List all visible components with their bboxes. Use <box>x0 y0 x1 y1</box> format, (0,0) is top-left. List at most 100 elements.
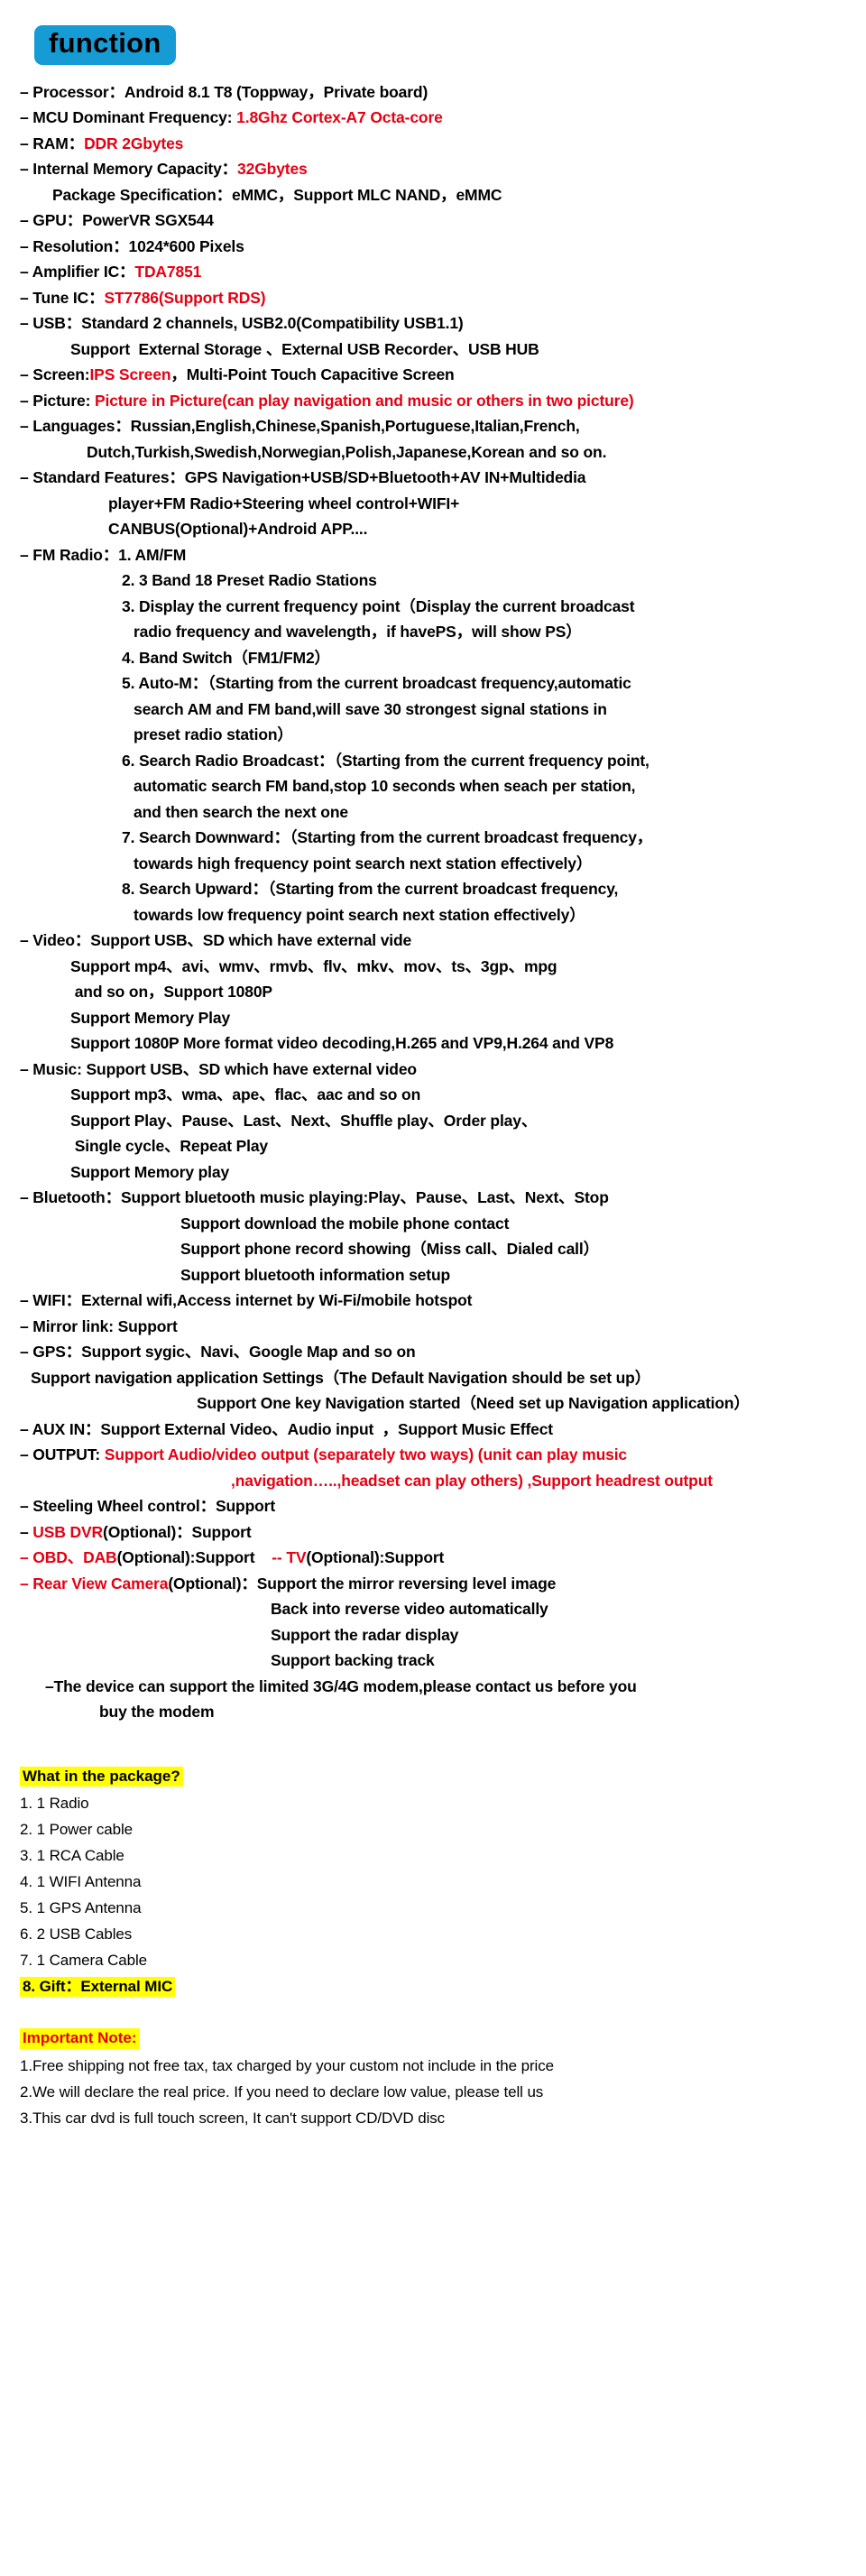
spec-text-run: – Steeling Wheel control：Support <box>20 1497 275 1516</box>
spec-line: – Amplifier IC：TDA7851 <box>0 263 866 291</box>
spec-line: – Standard Features：GPS Navigation+USB/S… <box>0 469 866 496</box>
spec-text-run: Dutch,Turkish,Swedish,Norwegian,Polish,J… <box>87 442 607 461</box>
spec-text-run: TDA7851 <box>134 263 202 282</box>
spec-text-run: (Optional)：Support the mirror reversing … <box>168 1574 557 1593</box>
spec-text-run: 2. 3 Band 18 Preset Radio Stations <box>122 571 377 590</box>
important-note-heading: Important Note: <box>20 2028 140 2049</box>
spec-text-run: – Music: Support USB、SD which have exter… <box>20 1059 417 1078</box>
spec-text-run: -- <box>254 1548 287 1567</box>
important-note-text: 2.We will declare the real price. If you… <box>20 2082 544 2101</box>
package-list-item: 1. 1 Radio <box>0 1796 866 1822</box>
spec-line: Support navigation application Settings（… <box>0 1368 866 1397</box>
spec-line: – Mirror link: Support <box>0 1318 866 1345</box>
spec-line: – OBD、DAB(Optional):Support -- TV(Option… <box>0 1548 866 1576</box>
spec-text-run: – GPS：Support sygic、Navi、Google Map and … <box>20 1343 416 1362</box>
spec-line: Support the radar display <box>0 1625 866 1654</box>
spec-text-run: – WIFI：External wifi,Access internet by … <box>20 1291 473 1310</box>
spec-line: 3. Display the current frequency point（D… <box>0 598 866 625</box>
spec-line: – Screen:IPS Screen，Multi-Point Touch Ca… <box>0 365 866 393</box>
spec-line: player+FM Radio+Steering wheel control+W… <box>0 495 866 522</box>
package-contents-list: 1. 1 Radio 2. 1 Power cable 3. 1 RCA Cable… <box>0 1796 866 2005</box>
spec-text-run: (Optional):Support <box>116 1548 255 1567</box>
spec-text-run: ,navigation…..,headset can play others) … <box>231 1471 713 1490</box>
spec-text-run: Back into reverse video automatically <box>271 1600 548 1619</box>
spec-text-run: and so on，Support 1080P <box>70 983 272 1002</box>
spec-text-run: Support backing track <box>271 1651 435 1670</box>
spec-line: Support download the mobile phone contac… <box>0 1214 866 1242</box>
spec-text-run: Rear View Camera <box>32 1574 169 1593</box>
spec-text-run: radio frequency and wavelength，if havePS… <box>134 623 582 642</box>
spec-line: Dutch,Turkish,Swedish,Norwegian,Polish,J… <box>0 442 866 471</box>
section-badge-row: function <box>0 0 866 65</box>
spec-line: 6. Search Radio Broadcast：（Starting from… <box>0 752 866 780</box>
spec-line: search AM and FM band,will save 30 stron… <box>0 701 866 728</box>
package-list-item: 8. Gift：External MIC <box>0 1977 866 2005</box>
spec-line: –The device can support the limited 3G/4… <box>0 1676 866 1705</box>
spec-line: Support mp4、avi、wmv、rmvb、flv、mkv、mov、ts、… <box>0 956 866 985</box>
package-list-item: 3. 1 RCA Cable <box>0 1848 866 1874</box>
spec-text-run: – <box>20 1548 33 1567</box>
spec-text-run: preset radio station） <box>134 725 293 744</box>
spec-line: Support mp3、wma、ape、flac、aac and so on <box>0 1086 866 1113</box>
spec-text-run: Support the radar display <box>271 1625 459 1644</box>
spec-line: – WIFI：External wifi,Access internet by … <box>0 1291 866 1319</box>
spec-text-run: – MCU Dominant Frequency: <box>20 108 237 127</box>
spec-line: Support backing track <box>0 1651 866 1679</box>
package-item-label: 6. 2 USB Cables <box>20 1925 133 1944</box>
spec-line: – Processor：Android 8.1 T8 (Toppway，Priv… <box>0 84 866 111</box>
spec-text-run: towards high frequency point search next… <box>134 854 593 873</box>
spec-text-run: 7. Search Downward：（Starting from the cu… <box>122 828 653 847</box>
spec-text-run: –The device can support the limited 3G/4… <box>45 1676 637 1695</box>
spec-line: Back into reverse video automatically <box>0 1600 866 1628</box>
spec-text-run: OBD、DAB <box>32 1548 117 1567</box>
spec-text-run: ，Multi-Point Touch Capacitive Screen <box>170 365 455 384</box>
spec-text-run: – GPU：PowerVR SGX544 <box>20 211 214 230</box>
spec-text-run: Support Memory play <box>70 1162 230 1181</box>
spec-line: Support 1080P More format video decoding… <box>0 1035 866 1062</box>
spec-line: Single cycle、Repeat Play <box>0 1138 866 1165</box>
spec-text-run: Support navigation application Settings（… <box>31 1368 651 1387</box>
package-item-label: 4. 1 WIFI Antenna <box>20 1873 142 1891</box>
spec-text-run: automatic search FM band,stop 10 seconds… <box>134 777 636 796</box>
spec-line: ,navigation…..,headset can play others) … <box>0 1473 866 1500</box>
spec-text-run: Support download the mobile phone contac… <box>180 1214 510 1233</box>
spec-line: – Video：Support USB、SD which have extern… <box>0 932 866 959</box>
spec-text-run: Support External Storage 、External USB R… <box>70 339 539 358</box>
spec-line: Support Memory play <box>0 1162 866 1191</box>
spec-text-run: (Optional)：Support <box>103 1522 252 1541</box>
spec-line: – Tune IC：ST7786(Support RDS) <box>0 290 866 317</box>
spec-text-run: Support Memory Play <box>70 1008 231 1027</box>
spec-line: towards low frequency point search next … <box>0 907 866 934</box>
spec-line: – AUX IN：Support External Video、Audio in… <box>0 1421 866 1448</box>
spec-line: – OUTPUT: Support Audio/video output (se… <box>0 1445 866 1473</box>
spec-text-run: – FM Radio：1. AM/FM <box>20 545 187 564</box>
spec-text-run: buy the modem <box>99 1703 215 1722</box>
spec-text-run: TV <box>286 1548 307 1567</box>
spec-text-run: 32Gbytes <box>237 160 308 179</box>
spec-text-run: Support mp4、avi、wmv、rmvb、flv、mkv、mov、ts、… <box>70 956 557 975</box>
spec-sheet-page: function – Processor：Android 8.1 T8 (Top… <box>0 0 866 2576</box>
package-list-item: 2. 1 Power cable <box>0 1822 866 1848</box>
spec-text-run: Support bluetooth information setup <box>180 1265 451 1284</box>
spec-text-run: CANBUS(Optional)+Android APP.... <box>108 520 368 539</box>
spec-text-run: – RAM： <box>20 134 85 152</box>
spec-text-run: Support Audio/video output (separately t… <box>104 1445 628 1464</box>
spec-text-run: – Amplifier IC： <box>20 263 135 282</box>
package-list-item: 5. 1 GPS Antenna <box>0 1900 866 1926</box>
package-heading: What in the package? <box>20 1766 183 1787</box>
package-heading-row: What in the package? <box>0 1766 866 1796</box>
spec-line: Support External Storage 、External USB R… <box>0 339 866 368</box>
spec-text-run: 4. Band Switch（FM1/FM2） <box>122 648 330 667</box>
package-item-label: 2. 1 Power cable <box>20 1821 134 1839</box>
spec-text-run: – <box>20 1574 33 1593</box>
spec-line: towards high frequency point search next… <box>0 854 866 882</box>
spec-line: – Internal Memory Capacity：32Gbytes <box>0 160 866 188</box>
package-list-item: 7. 1 Camera Cable <box>0 1953 866 1979</box>
important-note-item: 1.Free shipping not free tax, tax charge… <box>0 2058 866 2084</box>
spec-line: – FM Radio：1. AM/FM <box>0 545 866 574</box>
important-note-heading-row: Important Note: <box>0 2028 866 2058</box>
spec-line: 7. Search Downward：（Starting from the cu… <box>0 828 866 856</box>
spec-text-run: Support One key Navigation started（Need … <box>197 1394 750 1413</box>
important-note-text: 1.Free shipping not free tax, tax charge… <box>20 2056 554 2074</box>
